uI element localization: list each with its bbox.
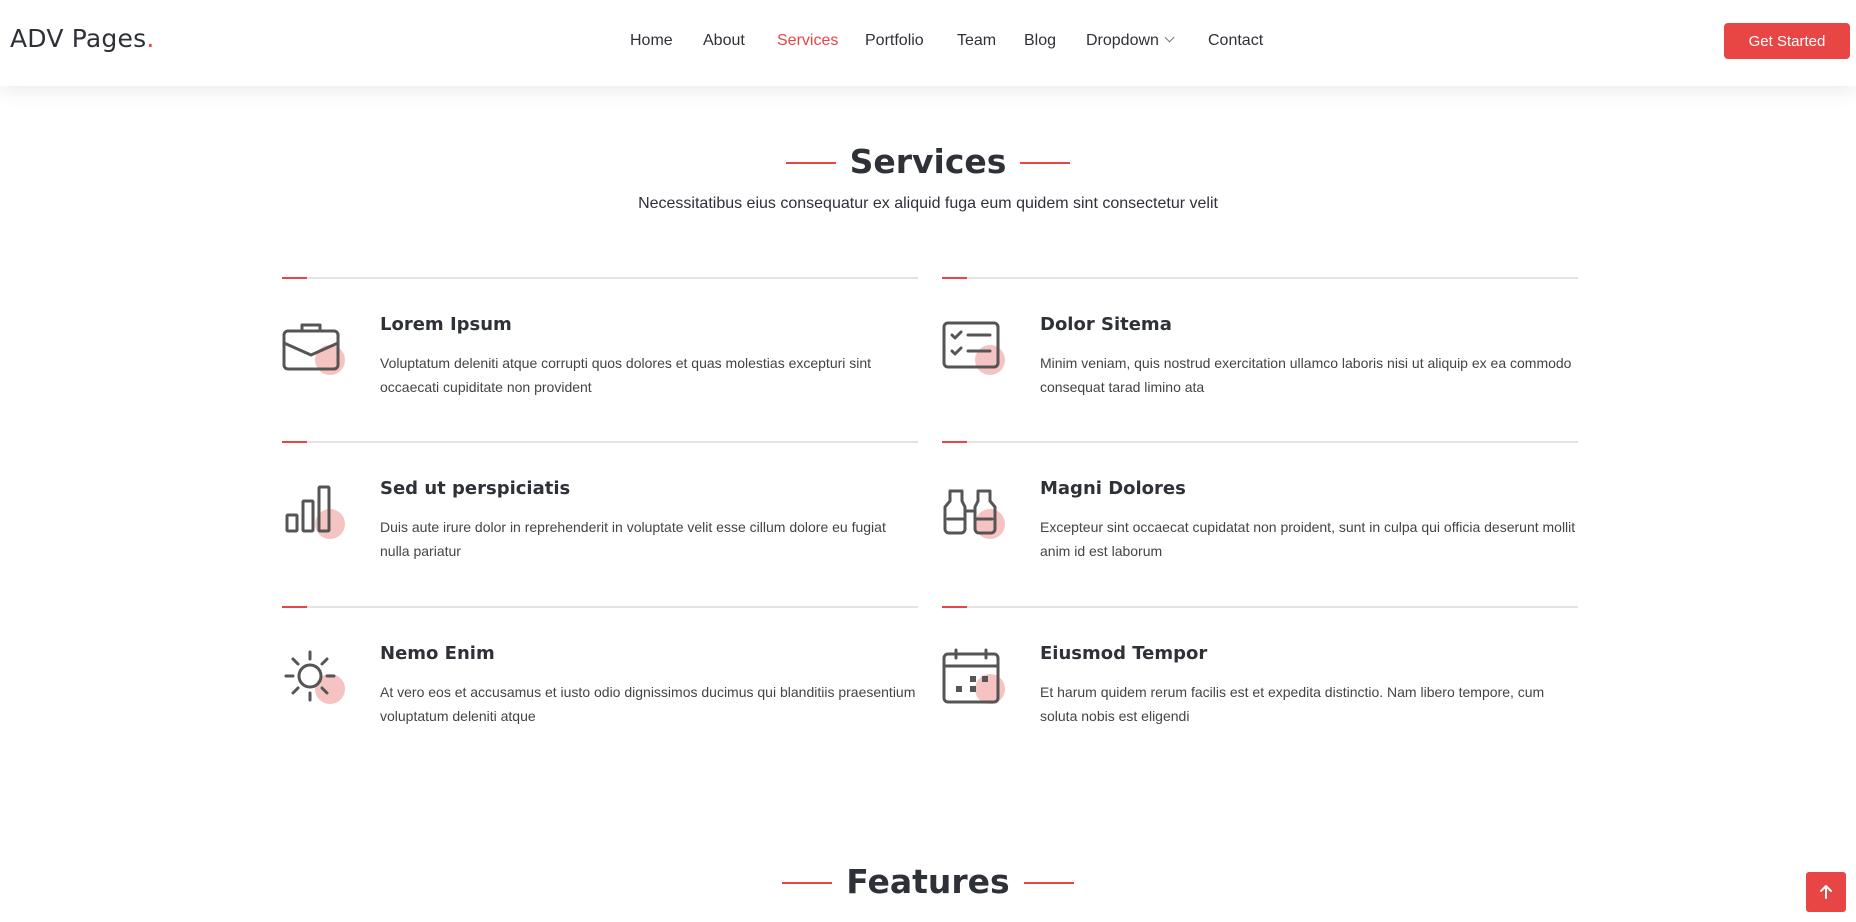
- features-title-wrap: Features: [0, 862, 1856, 901]
- get-started-button[interactable]: Get Started: [1724, 23, 1850, 59]
- card-title[interactable]: Sed ut perspiciatis: [380, 478, 570, 499]
- service-card: Sed ut perspiciatis Duis aute irure dolo…: [282, 441, 918, 591]
- card-title[interactable]: Dolor Sitema: [1040, 314, 1172, 335]
- nav-dropdown-label: Dropdown: [1086, 32, 1159, 49]
- service-card: Dolor Sitema Minim veniam, quis nostrud …: [942, 277, 1578, 427]
- nav-about[interactable]: About: [703, 32, 745, 50]
- site-header: ADV Pages. Home About Services Portfolio…: [0, 0, 1856, 86]
- section-subtitle: Necessitatibus eius consequatur ex aliqu…: [638, 195, 1218, 212]
- card-text: Minim veniam, quis nostrud exercitation …: [1040, 355, 1572, 395]
- nav-services[interactable]: Services: [777, 32, 838, 50]
- card-divider: [282, 277, 918, 279]
- card-title[interactable]: Eiusmod Tempor: [1040, 643, 1207, 664]
- service-card: Nemo Enim At vero eos et accusamus et iu…: [282, 606, 918, 756]
- card-title[interactable]: Magni Dolores: [1040, 478, 1186, 499]
- nav-blog[interactable]: Blog: [1024, 32, 1056, 50]
- card-text: Et harum quidem rerum facilis est et exp…: [1040, 684, 1545, 724]
- bar-chart-icon: [282, 483, 346, 547]
- calendar-icon: [942, 648, 1006, 712]
- nav-portfolio[interactable]: Portfolio: [865, 32, 924, 50]
- card-text: Duis aute irure dolor in reprehenderit i…: [380, 519, 886, 559]
- nav-team[interactable]: Team: [957, 32, 996, 50]
- card-divider: [282, 441, 918, 443]
- card-divider: [942, 606, 1578, 608]
- chevron-down-icon: [1164, 32, 1175, 43]
- service-card: Eiusmod Tempor Et harum quidem rerum fac…: [942, 606, 1578, 756]
- service-card: Magni Dolores Excepteur sint occaecat cu…: [942, 441, 1578, 591]
- back-to-top-button[interactable]: [1806, 872, 1846, 912]
- nav-dropdown[interactable]: Dropdown: [1086, 32, 1175, 50]
- card-title[interactable]: Lorem Ipsum: [380, 314, 512, 335]
- checklist-icon: [942, 319, 1006, 383]
- card-divider: [942, 277, 1578, 279]
- service-card: Lorem Ipsum Voluptatum deleniti atque co…: [282, 277, 918, 427]
- card-divider: [282, 606, 918, 608]
- binoculars-icon: [942, 483, 1006, 547]
- briefcase-icon: [282, 319, 346, 383]
- card-divider: [942, 441, 1578, 443]
- services-title-wrap: Services: [0, 142, 1856, 181]
- arrow-up-icon: [1820, 885, 1832, 899]
- card-title[interactable]: Nemo Enim: [380, 643, 495, 664]
- card-text: At vero eos et accusamus et iusto odio d…: [380, 684, 916, 724]
- sun-icon: [282, 648, 346, 712]
- section-title: Services: [785, 142, 1071, 181]
- nav-home[interactable]: Home: [630, 32, 673, 50]
- nav-contact[interactable]: Contact: [1208, 32, 1263, 50]
- card-text: Voluptatum deleniti atque corrupti quos …: [380, 355, 872, 395]
- section-title: Features: [782, 862, 1075, 901]
- main-nav: Home About Services Portfolio Team Blog …: [0, 32, 1856, 54]
- card-text: Excepteur sint occaecat cupidatat non pr…: [1040, 519, 1576, 559]
